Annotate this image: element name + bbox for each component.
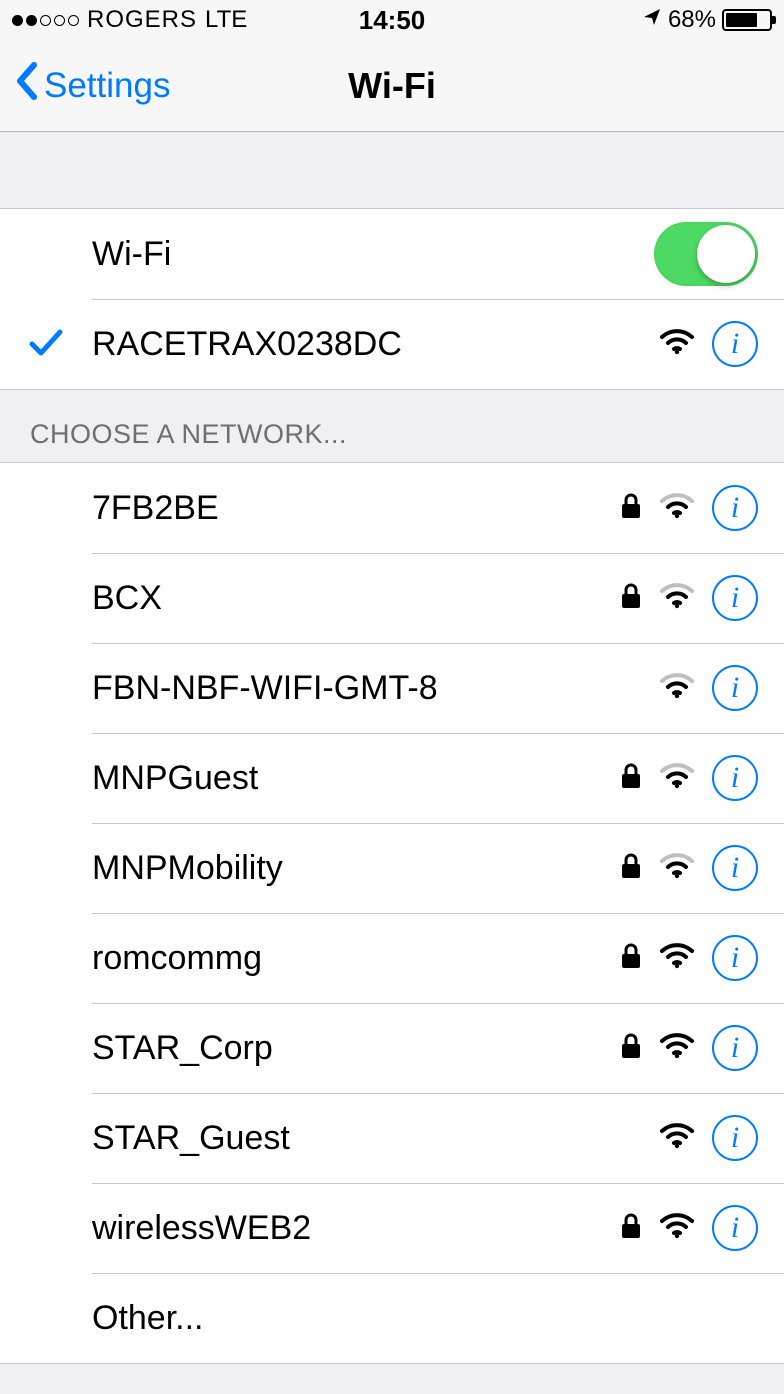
info-button[interactable]: i [712,1205,758,1251]
wifi-signal-icon [660,329,694,360]
info-button[interactable]: i [712,1025,758,1071]
network-name: FBN-NBF-WIFI-GMT-8 [92,669,660,708]
wifi-signal-icon [660,673,694,704]
battery-percent-label: 68% [668,6,716,34]
network-name: MNPGuest [92,759,620,798]
lock-icon [620,582,642,615]
info-button[interactable]: i [712,485,758,531]
network-type-label: LTE [205,6,247,34]
location-icon [642,7,662,33]
carrier-label: ROGERS [87,6,197,34]
info-button[interactable]: i [712,575,758,621]
wifi-signal-icon [660,853,694,884]
network-name: BCX [92,579,620,618]
signal-strength-icon [12,15,79,26]
chevron-left-icon [14,61,40,110]
wifi-signal-icon [660,493,694,524]
wifi-toggle-label: Wi-Fi [92,235,654,274]
wifi-signal-icon [660,943,694,974]
wifi-toggle-row: Wi-Fi [0,209,784,299]
network-row[interactable]: STAR_Corp i [0,1003,784,1093]
nav-bar: Settings Wi-Fi [0,40,784,132]
network-row[interactable]: MNPMobility i [0,823,784,913]
lock-icon [620,942,642,975]
wifi-signal-icon [660,1123,694,1154]
status-bar: ROGERS LTE 14:50 68% [0,0,784,40]
clock-label: 14:50 [359,5,426,36]
wifi-signal-icon [660,763,694,794]
lock-icon [620,492,642,525]
network-name: STAR_Guest [92,1119,660,1158]
lock-icon [620,762,642,795]
wifi-status-group: Wi-Fi RACETRAX0238DC i [0,208,784,390]
network-row[interactable]: romcommg i [0,913,784,1003]
connected-network-row[interactable]: RACETRAX0238DC i [0,299,784,389]
checkmark-icon [28,324,64,365]
choose-network-header: CHOOSE A NETWORK... [0,390,784,462]
wifi-signal-icon [660,1033,694,1064]
network-list-group: 7FB2BE iBCX iFBN-NBF-WIFI-GMT-8 iMNPGues… [0,462,784,1364]
network-name: STAR_Corp [92,1029,620,1068]
network-row[interactable]: wirelessWEB2 i [0,1183,784,1273]
lock-icon [620,1032,642,1065]
info-button[interactable]: i [712,845,758,891]
info-button[interactable]: i [712,665,758,711]
wifi-toggle[interactable] [654,222,758,286]
page-title: Wi-Fi [348,65,436,107]
wifi-signal-icon [660,1213,694,1244]
lock-icon [620,1212,642,1245]
network-row[interactable]: MNPGuest i [0,733,784,823]
network-name: 7FB2BE [92,489,620,528]
network-row[interactable]: STAR_Guest i [0,1093,784,1183]
info-button[interactable]: i [712,755,758,801]
network-name: MNPMobility [92,849,620,888]
network-row[interactable]: 7FB2BE i [0,463,784,553]
connected-network-name: RACETRAX0238DC [92,325,660,364]
other-network-label: Other... [92,1299,758,1338]
network-row[interactable]: FBN-NBF-WIFI-GMT-8 i [0,643,784,733]
back-button[interactable]: Settings [0,61,170,110]
info-button[interactable]: i [712,321,758,367]
wifi-signal-icon [660,583,694,614]
info-button[interactable]: i [712,935,758,981]
battery-icon [722,9,772,31]
other-network-row[interactable]: Other... [0,1273,784,1363]
back-label: Settings [44,66,170,106]
info-button[interactable]: i [712,1115,758,1161]
network-row[interactable]: BCX i [0,553,784,643]
lock-icon [620,852,642,885]
network-name: wirelessWEB2 [92,1209,620,1248]
network-name: romcommg [92,939,620,978]
